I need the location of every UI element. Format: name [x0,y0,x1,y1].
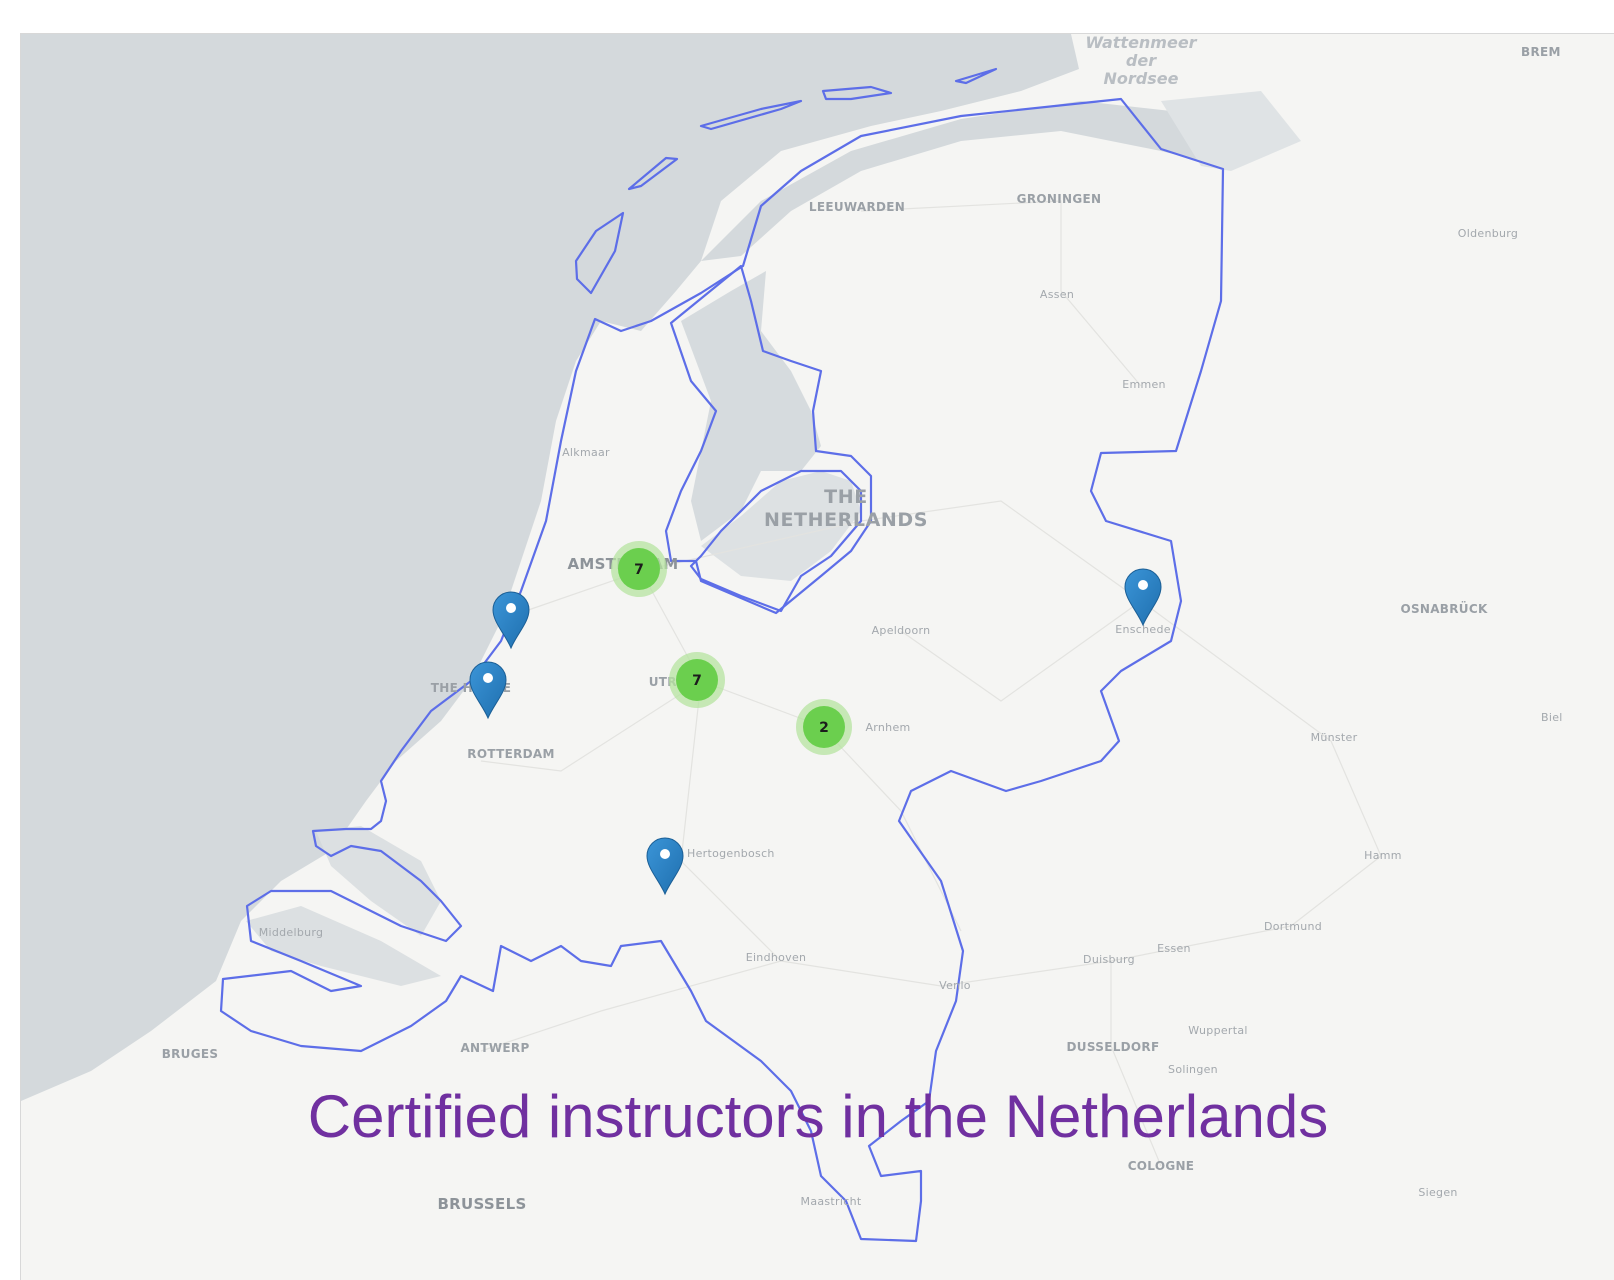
wattenmeer-label-3: Nordsee [1104,69,1179,88]
city-assen: Assen [1040,288,1074,301]
city-apeldoorn: Apeldoorn [872,624,931,637]
city-osnabruck: OSNABRÜCK [1400,601,1488,616]
country-label-line-2: NETHERLANDS [764,509,928,531]
map-view[interactable]: Wattenmeer der Nordsee THE NETHERLANDS B… [20,33,1614,1280]
city-oldenburg: Oldenburg [1458,227,1518,240]
cluster-count: 7 [634,562,644,578]
city-bielefeld: Biel [1541,711,1563,724]
city-alkmaar: Alkmaar [562,446,610,459]
cluster-marker-arnhem[interactable]: 2 [796,699,852,755]
city-emmen: Emmen [1122,378,1166,391]
wattenmeer-label-2: der [1126,51,1157,70]
cluster-marker-amsterdam[interactable]: 7 [611,541,667,597]
city-hertogenbosch: Hertogenbosch [687,847,775,860]
city-groningen: GRONINGEN [1017,192,1102,206]
city-maastricht: Maastricht [801,1195,862,1208]
city-wuppertal: Wuppertal [1188,1024,1248,1037]
city-munster: Münster [1311,731,1358,744]
city-leeuwarden: LEEUWARDEN [809,200,905,214]
city-siegen: Siegen [1418,1186,1457,1199]
city-hamm: Hamm [1364,849,1402,862]
city-eindhoven: Eindhoven [746,951,807,964]
city-cologne: COLOGNE [1128,1159,1195,1173]
cluster-count: 7 [692,673,702,689]
city-solingen: Solingen [1168,1063,1218,1076]
cluster-marker-utrecht[interactable]: 7 [669,652,725,708]
wattenmeer-label-1: Wattenmeer [1085,34,1197,52]
city-essen: Essen [1157,942,1191,955]
city-duisburg: Duisburg [1083,953,1135,966]
city-arnhem: Arnhem [865,721,910,734]
city-bruges: BRUGES [162,1047,219,1061]
map-caption: Certified instructors in the Netherlands [307,1083,1329,1150]
city-middelburg: Middelburg [259,926,324,939]
cluster-count: 2 [819,720,829,736]
country-label-line-1: THE [824,486,868,508]
city-brussels: BRUSSELS [437,1195,526,1213]
city-rotterdam: ROTTERDAM [467,747,554,761]
city-dusseldorf: DUSSELDORF [1067,1040,1160,1054]
city-bremen: BREM [1521,45,1561,59]
city-venlo: Venlo [939,979,971,992]
city-antwerp: ANTWERP [460,1041,529,1055]
city-dortmund: Dortmund [1264,920,1322,933]
